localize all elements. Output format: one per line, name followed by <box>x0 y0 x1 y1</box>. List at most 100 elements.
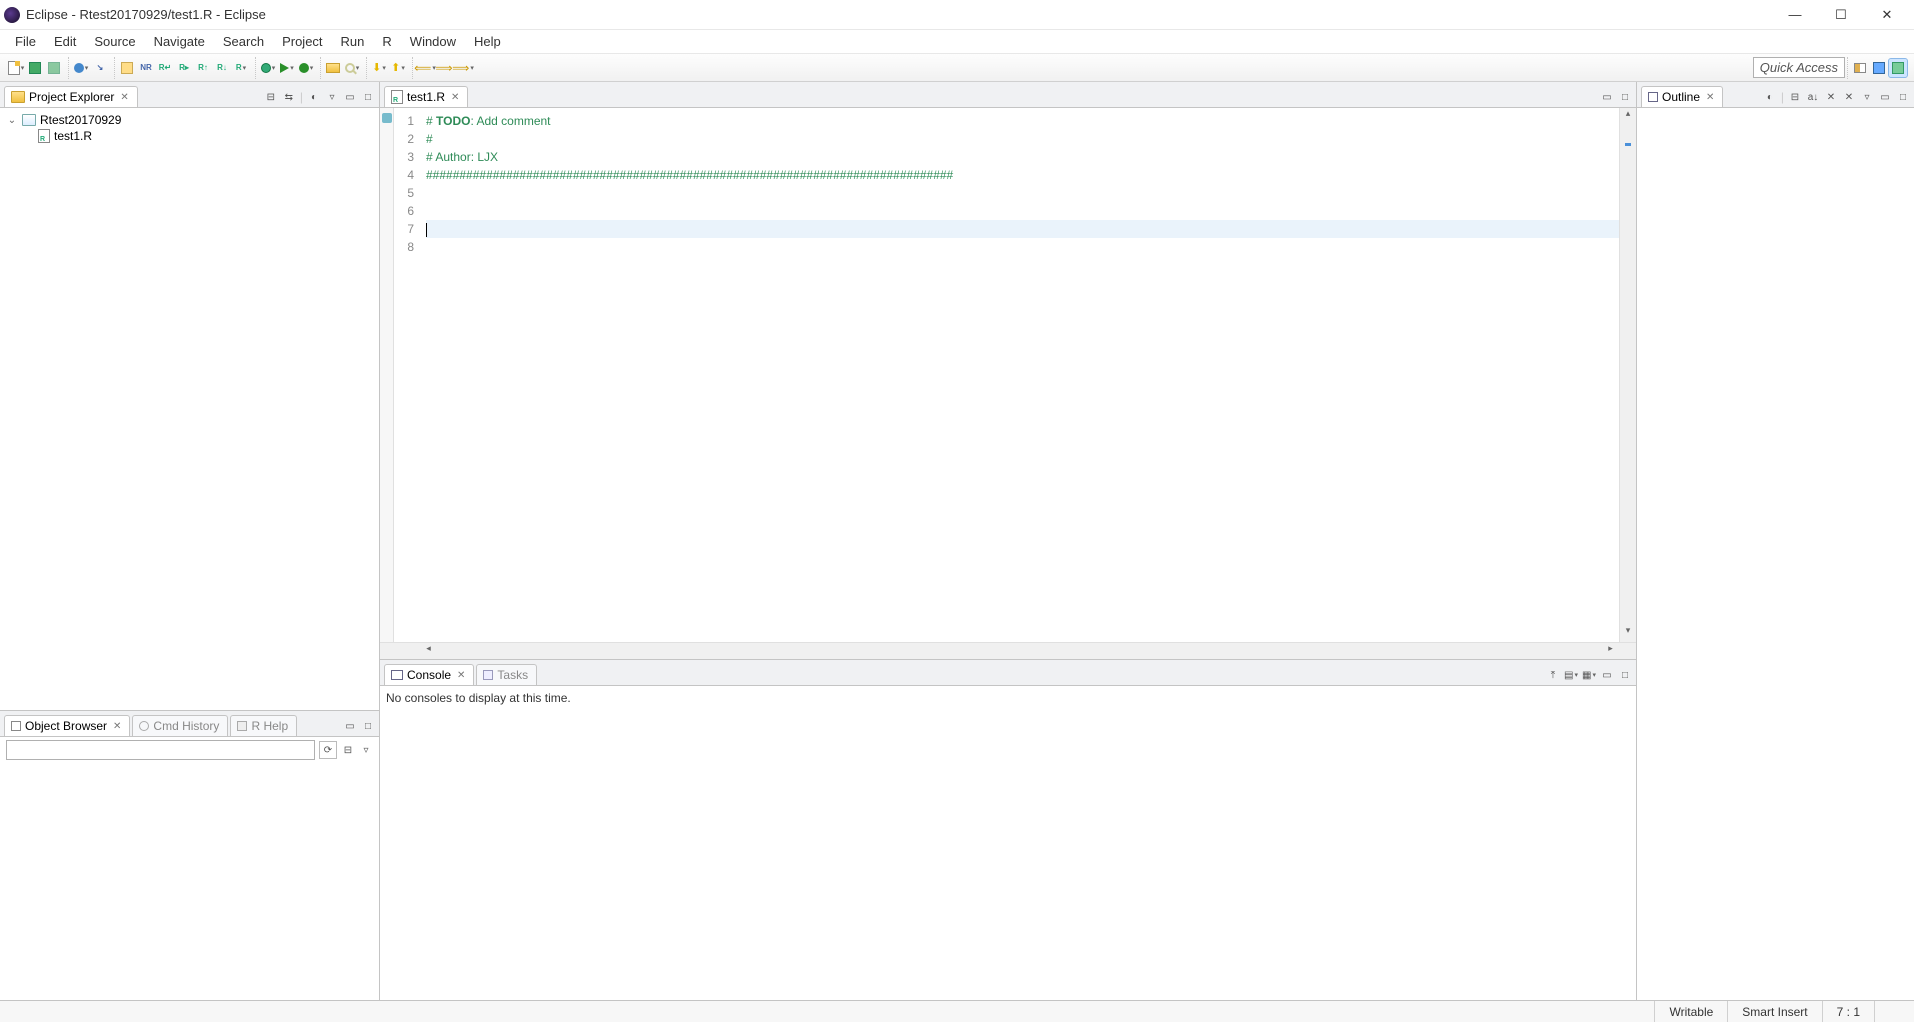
maximize-view-icon[interactable]: □ <box>1618 668 1632 682</box>
view-menu-icon[interactable]: ▿ <box>359 743 373 757</box>
maximize-button[interactable]: ☐ <box>1818 0 1864 30</box>
close-icon[interactable]: ✕ <box>1706 92 1714 103</box>
nav-last-edit-button[interactable]: ⟹ <box>454 59 472 77</box>
code-line[interactable] <box>426 238 1619 256</box>
focus-icon[interactable]: ◐ <box>307 90 321 104</box>
r-submit-button[interactable] <box>72 59 90 77</box>
maximize-view-icon[interactable]: □ <box>361 719 375 733</box>
link-editor-icon[interactable]: ⇆ <box>282 90 296 104</box>
code-line[interactable] <box>426 184 1619 202</box>
nr-button[interactable]: NR <box>137 59 155 77</box>
line-number-gutter[interactable]: 12345678 <box>394 108 420 642</box>
minimize-view-icon[interactable]: ▭ <box>343 90 357 104</box>
nav-back-button[interactable]: ⟸ <box>416 59 434 77</box>
code-line[interactable] <box>426 220 1619 238</box>
debug-button[interactable] <box>259 59 277 77</box>
new-button[interactable] <box>7 59 25 77</box>
menu-r[interactable]: R <box>373 32 400 51</box>
close-icon[interactable]: ✕ <box>457 670 465 681</box>
refresh-icon[interactable]: ⟳ <box>319 741 337 759</box>
pin-console-icon[interactable]: ⤒ <box>1546 668 1560 682</box>
menu-run[interactable]: Run <box>332 32 374 51</box>
object-browser-tab[interactable]: Object Browser ✕ <box>4 715 130 736</box>
r-run-line-button[interactable]: R↵ <box>156 59 174 77</box>
menu-source[interactable]: Source <box>85 32 144 51</box>
status-insert-mode[interactable]: Smart Insert <box>1727 1001 1821 1022</box>
minimize-view-icon[interactable]: ▭ <box>1600 668 1614 682</box>
collapse-icon[interactable]: ⊟ <box>341 743 355 757</box>
nav-fwd-button[interactable]: ⟹ <box>435 59 453 77</box>
cmd-history-tab[interactable]: Cmd History <box>132 715 228 736</box>
minimize-editor-icon[interactable]: ▭ <box>1600 90 1614 104</box>
annotation-next-button[interactable]: ⬇ <box>370 59 388 77</box>
scroll-left-icon[interactable]: ◂ <box>420 643 437 659</box>
maximize-view-icon[interactable]: □ <box>361 90 375 104</box>
code-line[interactable] <box>426 202 1619 220</box>
view-menu-icon[interactable]: ▿ <box>325 90 339 104</box>
r-run-sel-button[interactable]: R▸ <box>175 59 193 77</box>
maximize-editor-icon[interactable]: □ <box>1618 90 1632 104</box>
file-node[interactable]: test1.R <box>6 128 373 144</box>
minimize-view-icon[interactable]: ▭ <box>343 719 357 733</box>
view-menu-icon[interactable]: ▿ <box>1860 90 1874 104</box>
r-run-down-button[interactable]: R↓ <box>213 59 231 77</box>
code-area[interactable]: # TODO: Add comment# # Author: LJX######… <box>420 108 1619 642</box>
minimize-button[interactable]: — <box>1772 0 1818 30</box>
r-perspective-button[interactable] <box>1889 59 1907 77</box>
quick-access-field[interactable]: Quick Access <box>1753 57 1845 78</box>
project-node[interactable]: ⌄ Rtest20170929 <box>6 112 373 128</box>
save-all-button[interactable] <box>45 59 63 77</box>
close-button[interactable]: ✕ <box>1864 0 1910 30</box>
project-tree[interactable]: ⌄ Rtest20170929 test1.R <box>0 108 379 710</box>
code-line[interactable]: # Author: LJX <box>426 148 1619 166</box>
close-icon[interactable]: ✕ <box>451 92 459 103</box>
status-cursor-position[interactable]: 7 : 1 <box>1822 1001 1874 1022</box>
highlight-button[interactable] <box>118 59 136 77</box>
search-button[interactable] <box>343 59 361 77</box>
open-folder-button[interactable] <box>324 59 342 77</box>
maximize-view-icon[interactable]: □ <box>1896 90 1910 104</box>
menu-help[interactable]: Help <box>465 32 510 51</box>
vertical-scrollbar[interactable]: ▴ ▾ <box>1619 108 1636 642</box>
editor-tab-test1[interactable]: test1.R ✕ <box>384 86 468 107</box>
collapse-all-icon[interactable]: ⊟ <box>1788 90 1802 104</box>
menu-window[interactable]: Window <box>401 32 465 51</box>
scroll-right-icon[interactable]: ▸ <box>1602 643 1619 659</box>
collapse-all-icon[interactable]: ⊟ <box>264 90 278 104</box>
r-help-tab[interactable]: R Help <box>230 715 297 736</box>
r-run-more-button[interactable]: R <box>232 59 250 77</box>
horizontal-scrollbar[interactable]: ◂ ▸ <box>380 642 1636 659</box>
code-line[interactable]: ########################################… <box>426 166 1619 184</box>
r-run-up-button[interactable]: R↑ <box>194 59 212 77</box>
sort-icon[interactable]: a↓ <box>1806 90 1820 104</box>
tasks-tab[interactable]: Tasks <box>476 664 537 685</box>
outline-tab[interactable]: Outline ✕ <box>1641 86 1723 107</box>
ext-tools-button[interactable] <box>297 59 315 77</box>
editor-body[interactable]: 12345678 # TODO: Add comment# # Author: … <box>380 108 1636 642</box>
scroll-up-icon[interactable]: ▴ <box>1620 108 1636 125</box>
close-icon[interactable]: ✕ <box>120 92 128 103</box>
code-line[interactable]: # <box>426 130 1619 148</box>
expander-icon[interactable]: ⌄ <box>6 115 18 126</box>
scroll-down-icon[interactable]: ▾ <box>1620 625 1636 642</box>
display-console-icon[interactable]: ▤ <box>1564 668 1578 682</box>
close-icon[interactable]: ✕ <box>113 721 121 732</box>
menu-project[interactable]: Project <box>273 32 331 51</box>
menu-search[interactable]: Search <box>214 32 273 51</box>
open-console-icon[interactable]: ▦ <box>1582 668 1596 682</box>
r-source-button[interactable]: ↘ <box>91 59 109 77</box>
java-perspective-button[interactable] <box>1870 59 1888 77</box>
hide-fields-icon[interactable]: ✕ <box>1824 90 1838 104</box>
run-button[interactable] <box>278 59 296 77</box>
console-tab[interactable]: Console ✕ <box>384 664 474 685</box>
code-line[interactable]: # TODO: Add comment <box>426 112 1619 130</box>
focus-active-icon[interactable]: ◐ <box>1763 90 1777 104</box>
menu-navigate[interactable]: Navigate <box>145 32 214 51</box>
project-explorer-tab[interactable]: Project Explorer ✕ <box>4 86 138 107</box>
status-writable[interactable]: Writable <box>1654 1001 1727 1022</box>
annotation-prev-button[interactable]: ⬆ <box>389 59 407 77</box>
open-perspective-button[interactable] <box>1851 59 1869 77</box>
hide-nonpublic-icon[interactable]: ✕ <box>1842 90 1856 104</box>
minimize-view-icon[interactable]: ▭ <box>1878 90 1892 104</box>
menu-edit[interactable]: Edit <box>45 32 85 51</box>
